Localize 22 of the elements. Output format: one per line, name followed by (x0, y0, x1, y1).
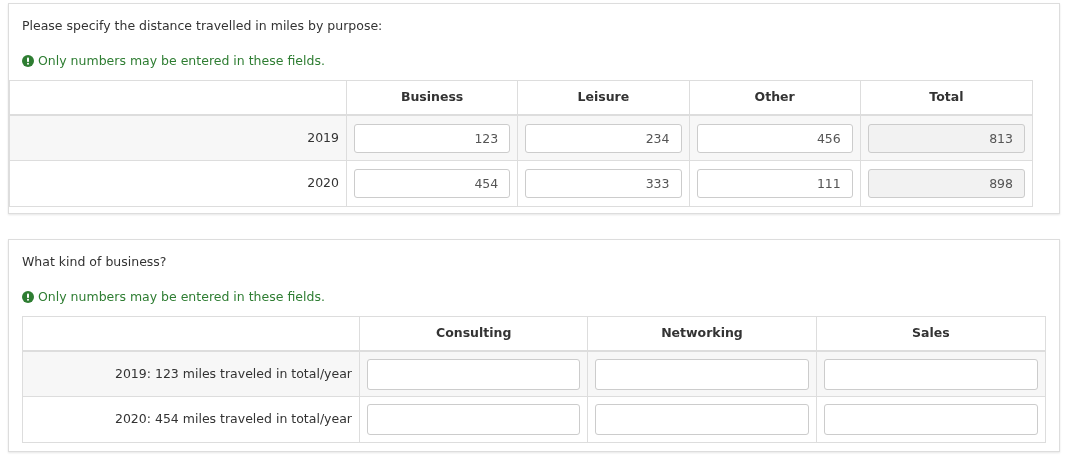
number-field[interactable] (823, 404, 1038, 435)
number-field[interactable]: 454 (354, 169, 511, 198)
exclamation-icon (22, 55, 34, 67)
number-field[interactable]: 333 (525, 169, 682, 198)
number-field[interactable] (367, 404, 581, 435)
number-field[interactable]: 234 (525, 123, 682, 153)
question-text: Please specify the distance travelled in miles by purpose: (22, 18, 384, 34)
hint-text: Only numbers may be entered in these fields. (38, 53, 325, 69)
hint-text: Only numbers may be entered in these fields. (38, 289, 325, 305)
number-field[interactable] (595, 358, 809, 390)
number-field[interactable]: 123 (354, 123, 511, 153)
total-field[interactable]: 898 (867, 169, 1025, 198)
number-field[interactable] (367, 358, 581, 390)
question-text: What kind of business? (22, 254, 168, 270)
row-label: 2019 (10, 116, 347, 161)
number-field[interactable] (823, 358, 1038, 390)
number-field[interactable]: 111 (696, 169, 853, 198)
total-field[interactable]: 813 (867, 123, 1025, 153)
number-field[interactable] (595, 404, 809, 435)
number-field[interactable]: 456 (696, 123, 853, 153)
exclamation-icon (22, 291, 34, 303)
row-label: 2019: 123 miles traveled in total/year (23, 352, 360, 397)
